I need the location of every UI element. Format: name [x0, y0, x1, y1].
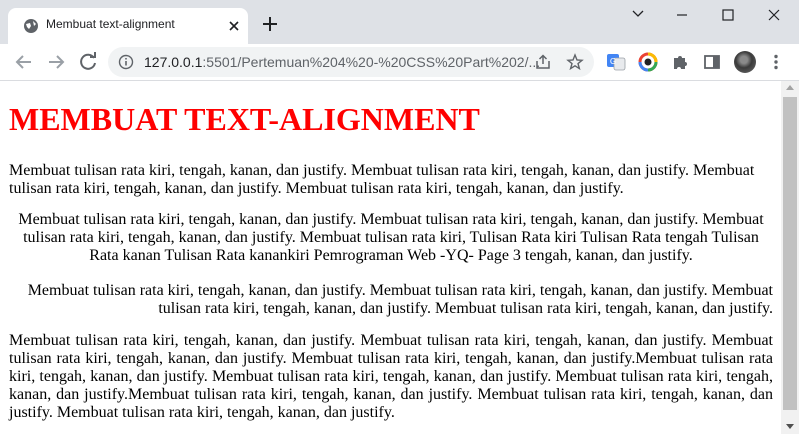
paragraph-left-aligned: Membuat tulisan rata kiri, tengah, kanan…: [9, 162, 755, 197]
arrow-right-icon[interactable]: [44, 50, 68, 74]
browser-toolbar: 127.0.0.1:5501/Pertemuan%204%20-%20CSS%2…: [0, 44, 799, 81]
minimize-icon[interactable]: [659, 0, 705, 30]
page-title: MEMBUAT TEXT-ALIGNMENT: [9, 101, 480, 137]
browser-tab[interactable]: Membuat text-alignment: [8, 8, 248, 44]
side-panel-icon[interactable]: [702, 52, 722, 72]
vertical-scrollbar[interactable]: [781, 81, 799, 434]
address-bar[interactable]: 127.0.0.1:5501/Pertemuan%204%20-%20CSS%2…: [108, 47, 594, 77]
color-picker-extension-icon[interactable]: [638, 52, 658, 72]
new-tab-icon[interactable]: [260, 14, 280, 34]
reload-icon[interactable]: [76, 50, 100, 74]
star-icon[interactable]: [566, 53, 584, 71]
close-window-icon[interactable]: [751, 0, 797, 30]
browser-title-bar: Membuat text-alignment: [0, 0, 799, 44]
close-tab-icon[interactable]: [226, 18, 242, 34]
url-text: 127.0.0.1:5501/Pertemuan%204%20-%20CSS%2…: [144, 54, 540, 70]
arrow-left-icon[interactable]: [12, 50, 36, 74]
scroll-up-arrow-icon[interactable]: [786, 85, 794, 90]
page-viewport: MEMBUAT TEXT-ALIGNMENT Membuat tulisan r…: [0, 81, 781, 434]
tab-title: Membuat text-alignment: [46, 17, 175, 31]
svg-text:G: G: [610, 57, 616, 66]
paragraph-center-aligned: Membuat tulisan rata kiri, tengah, kanan…: [18, 211, 764, 264]
paragraph-right-aligned: Membuat tulisan rata kiri, tengah, kanan…: [27, 282, 773, 317]
share-icon[interactable]: [534, 53, 552, 71]
puzzle-icon[interactable]: [670, 52, 690, 72]
globe-icon: [24, 19, 38, 33]
paragraph-justified: Membuat tulisan rata kiri, tengah, kanan…: [9, 332, 773, 421]
avatar[interactable]: [734, 51, 756, 73]
url-path: :5501/Pertemuan%204%20-%20CSS%20Part%202…: [202, 54, 541, 70]
google-translate-icon[interactable]: G: [606, 52, 626, 72]
url-host: 127.0.0.1: [144, 54, 203, 70]
chevron-down-icon[interactable]: [615, 0, 661, 30]
maximize-icon[interactable]: [705, 0, 751, 30]
info-icon[interactable]: [118, 54, 134, 70]
scrollbar-thumb[interactable]: [783, 97, 797, 410]
kebab-menu-icon[interactable]: [766, 52, 786, 72]
scroll-down-arrow-icon[interactable]: [786, 424, 794, 429]
